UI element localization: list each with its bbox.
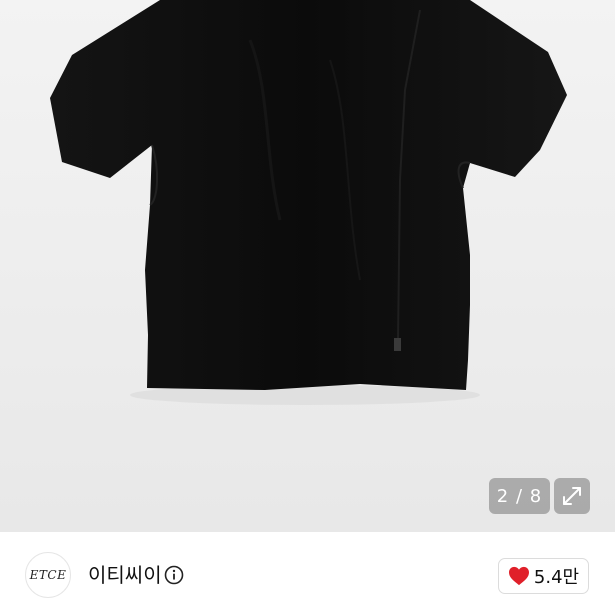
seller-name[interactable]: 이티씨이 [88, 562, 162, 588]
expand-arrows-icon [563, 487, 581, 505]
seller-bar: ETCE 이티씨이 5.4만 [0, 532, 615, 615]
like-count: 5.4만 [533, 567, 580, 588]
product-photo [50, 0, 567, 405]
info-circle-icon[interactable] [164, 565, 184, 585]
image-counter: 2 / 8 [489, 478, 550, 514]
expand-button[interactable] [554, 478, 590, 514]
heart-icon [508, 566, 529, 586]
seller-avatar-logo-text: ETCE [29, 568, 67, 582]
seller-avatar[interactable]: ETCE [25, 552, 71, 598]
product-image-gallery[interactable]: 2 / 8 [0, 0, 615, 532]
like-button[interactable]: 5.4만 [498, 558, 589, 594]
